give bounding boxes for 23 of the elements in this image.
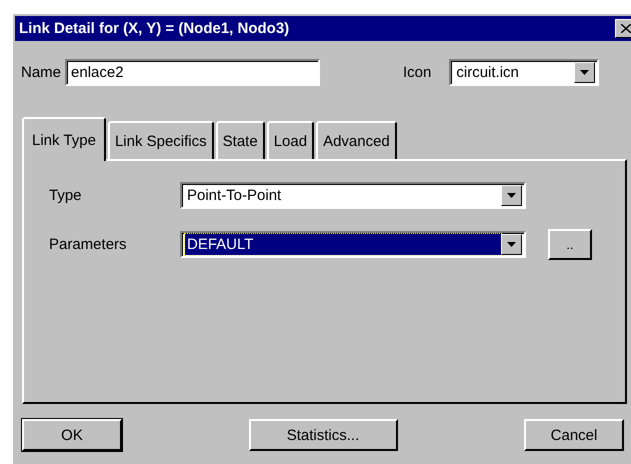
dropdown[interactable]: DEFAULT bbox=[180, 231, 526, 258]
browse-button[interactable]: .. bbox=[548, 229, 592, 260]
tab[interactable]: Advanced bbox=[316, 121, 397, 159]
dropdown-arrow-icon bbox=[580, 70, 590, 74]
field-label: Type bbox=[49, 187, 83, 204]
dialog-button[interactable]: Statistics... bbox=[248, 419, 398, 451]
icon-dropdown[interactable]: circuit.icn bbox=[449, 58, 600, 86]
dropdown[interactable]: Point-To-Point bbox=[180, 182, 526, 209]
tab[interactable]: Link Type bbox=[22, 117, 106, 161]
field-label: Parameters bbox=[49, 236, 128, 253]
name-label: Name bbox=[21, 64, 62, 80]
tab[interactable]: State bbox=[216, 121, 265, 159]
dialog-button[interactable]: OK bbox=[22, 419, 122, 451]
name-field[interactable]: enlace2 bbox=[65, 58, 320, 86]
dropdown-arrow-icon bbox=[507, 193, 516, 198]
window-title: Link Detail for (X, Y) = (Node1, Nodo3) bbox=[19, 20, 290, 37]
tab[interactable]: Link Specifics bbox=[108, 121, 214, 159]
icon-label: Icon bbox=[403, 64, 432, 80]
close-icon bbox=[621, 24, 631, 33]
tab[interactable]: Load bbox=[266, 121, 314, 159]
close-button[interactable] bbox=[615, 19, 631, 38]
dialog-button[interactable]: Cancel bbox=[524, 419, 624, 451]
dropdown-arrow-icon bbox=[507, 242, 516, 247]
